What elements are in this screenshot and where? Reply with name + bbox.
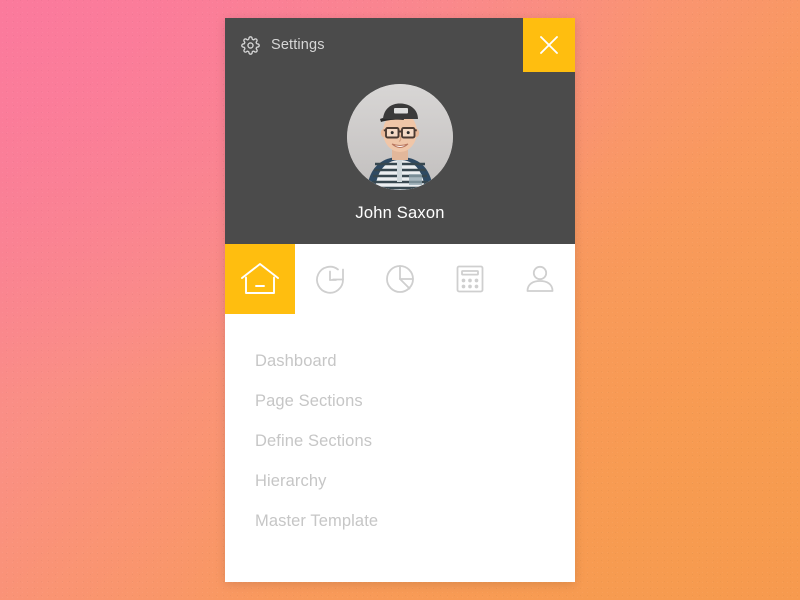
card-title: Settings: [271, 37, 325, 53]
history-icon: [312, 261, 348, 297]
gear-icon: [240, 35, 260, 55]
menu-item-page-sections[interactable]: Page Sections: [225, 381, 575, 421]
person-icon: [522, 261, 558, 297]
menu-item-label: Hierarchy: [255, 471, 327, 490]
profile-name: John Saxon: [355, 204, 445, 222]
menu-item-label: Master Template: [255, 511, 379, 530]
menu-item-master-template[interactable]: Master Template: [225, 501, 575, 541]
tab-history[interactable]: [295, 244, 365, 314]
icon-tabbar: [225, 244, 575, 314]
menu-item-label: Dashboard: [255, 351, 337, 370]
card-titlebar: Settings: [225, 18, 575, 72]
calendar-icon: [452, 261, 488, 297]
profile-panel: John Saxon: [225, 72, 575, 244]
menu-item-dashboard[interactable]: Dashboard: [225, 341, 575, 381]
close-button[interactable]: [523, 18, 575, 72]
menu-item-define-sections[interactable]: Define Sections: [225, 421, 575, 461]
pie-chart-icon: [382, 261, 418, 297]
close-x-icon: [536, 32, 562, 58]
menu-item-label: Define Sections: [255, 431, 373, 450]
settings-card: Settings John Saxon Dashboard Page Secti…: [225, 18, 575, 582]
menu-item-label: Page Sections: [255, 391, 363, 410]
menu-list: Dashboard Page Sections Define Sections …: [225, 314, 575, 541]
tab-reports[interactable]: [365, 244, 435, 314]
tab-calendar[interactable]: [435, 244, 505, 314]
avatar: [347, 84, 453, 190]
tab-account[interactable]: [505, 244, 575, 314]
tab-home[interactable]: [225, 244, 295, 314]
menu-item-hierarchy[interactable]: Hierarchy: [225, 461, 575, 501]
home-icon: [239, 260, 281, 298]
